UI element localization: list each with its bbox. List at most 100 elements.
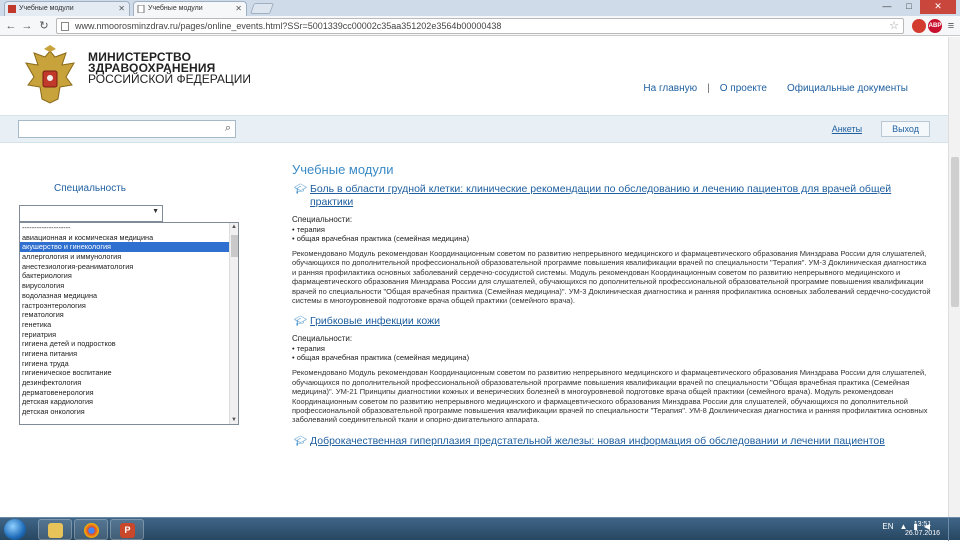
start-button[interactable] xyxy=(4,519,26,540)
minimize-button[interactable]: — xyxy=(876,0,898,14)
powerpoint-icon: P xyxy=(120,523,135,538)
site-search-input[interactable]: ⌕ xyxy=(18,120,236,138)
opera-extension-icon[interactable] xyxy=(912,19,926,33)
main-content: Учебные модули 🎓︎ Боль в области грудной… xyxy=(292,162,932,458)
taskbar-chrome[interactable] xyxy=(74,519,108,540)
specialty-option[interactable]: детская онкология xyxy=(20,407,238,417)
url-text: www.nmoorosminzdrav.ru/pages/online_even… xyxy=(75,21,502,31)
specialty-option[interactable]: аллергология и иммунология xyxy=(20,252,238,262)
browser-toolbar: ← → ↻ www.nmoorosminzdrav.ru/pages/onlin… xyxy=(0,16,960,36)
nav-home-link[interactable]: На главную xyxy=(633,83,707,94)
tab-close-icon[interactable]: ✕ xyxy=(235,2,242,15)
tab-label: Учебные модули xyxy=(148,5,203,12)
page-title: Учебные модули xyxy=(292,162,394,177)
module-title-link[interactable]: Боль в области грудной клетки: клиническ… xyxy=(310,183,932,209)
specialty-item: терапия xyxy=(292,344,932,353)
module-description: Рекомендовано Модуль рекомендован Коорди… xyxy=(292,249,931,306)
specialty-option[interactable]: гигиена детей и подростков xyxy=(20,339,238,349)
clock-date: 26.07.2016 xyxy=(904,530,940,537)
top-navigation: На главную | О проекте Официальные докум… xyxy=(633,83,918,94)
specialty-option[interactable]: гигиена питания xyxy=(20,349,238,359)
specialty-option[interactable]: генетика xyxy=(20,320,238,330)
folder-icon xyxy=(48,523,63,538)
specialties-label: Специальности: xyxy=(292,215,353,224)
search-bar: ⌕ Анкеты Выход xyxy=(0,115,960,143)
graduation-cap-icon: 🎓︎ xyxy=(294,316,307,328)
new-tab-button[interactable] xyxy=(249,3,275,14)
maximize-button[interactable]: □ xyxy=(898,0,920,14)
specialty-option[interactable]: авиационная и космическая медицина xyxy=(20,233,238,243)
specialty-option[interactable]: акушерство и гинекология xyxy=(20,242,238,253)
specialty-select[interactable]: ▼ xyxy=(19,205,163,222)
site-header: МИНИСТЕРСТВО ЗДРАВООХРАНЕНИЯ РОССИЙСКОЙ … xyxy=(0,37,960,115)
specialty-option[interactable]: бактериология xyxy=(20,271,238,281)
specialties-label: Специальности: xyxy=(292,334,353,344)
specialty-option[interactable]: гастроэнтерология xyxy=(20,301,238,311)
page-favicon-icon xyxy=(137,4,145,14)
module-description: Рекомендовано Модуль рекомендован Коорди… xyxy=(292,368,928,425)
nav-documents-link[interactable]: Официальные документы xyxy=(777,83,918,94)
taskbar-powerpoint[interactable]: P xyxy=(110,519,144,540)
specialties-list: терапия общая врачебная практика (семейн… xyxy=(292,344,932,362)
tab-close-icon[interactable]: ✕ xyxy=(118,2,125,15)
module-title-link[interactable]: Грибковые инфекции кожи xyxy=(310,315,932,328)
clock[interactable]: 13:51 26.07.2016 xyxy=(905,520,940,538)
ministry-line-3: РОССИЙСКОЙ ФЕДЕРАЦИИ xyxy=(88,72,252,86)
browser-tab-strip: Учебные модули ✕ Учебные модули ✕ — □ ✕ xyxy=(0,0,960,16)
questionnaire-link[interactable]: Анкеты xyxy=(821,121,873,137)
bookmark-star-icon[interactable]: ☆ xyxy=(889,19,899,32)
dropdown-arrow-icon[interactable]: ▼ xyxy=(152,208,159,215)
specialty-filter-title: Специальность xyxy=(54,183,126,194)
account-links: Анкеты Выход xyxy=(813,121,930,137)
ministry-name: МИНИСТЕРСТВО ЗДРАВООХРАНЕНИЯ РОССИЙСКОЙ … xyxy=(88,51,252,86)
scroll-up-icon[interactable]: ▲ xyxy=(231,224,237,230)
specialty-item: общая врачебная практика (семейная медиц… xyxy=(292,234,932,243)
menu-icon[interactable]: ≡ xyxy=(944,19,958,33)
scroll-down-icon[interactable]: ▼ xyxy=(231,417,237,423)
browser-tab-2[interactable]: Учебные модули ✕ xyxy=(133,1,247,16)
logout-button[interactable]: Выход xyxy=(881,121,930,137)
specialty-option[interactable]: гериатрия xyxy=(20,330,238,340)
windows-taskbar: P EN ▲ ▮ ◀ 13:51 26.07.2016 xyxy=(0,517,960,541)
graduation-cap-icon: 🎓︎ xyxy=(294,184,307,195)
forward-arrow-icon[interactable]: → xyxy=(20,19,34,33)
specialty-option[interactable]: гигиена труда xyxy=(20,359,238,369)
module-title-link[interactable]: Доброкачественная гиперплазия предстател… xyxy=(310,435,932,448)
specialty-option[interactable]: вирусология xyxy=(20,281,238,291)
specialty-option[interactable]: водолазная медицина xyxy=(20,291,238,301)
chrome-icon xyxy=(84,523,99,538)
taskbar-explorer[interactable] xyxy=(38,519,72,540)
specialty-option[interactable]: дезинфектология xyxy=(20,378,238,388)
module-item: 🎓︎ Доброкачественная гиперплазия предста… xyxy=(292,435,932,448)
specialty-option[interactable]: дерматовенерология xyxy=(20,388,238,398)
language-indicator[interactable]: EN xyxy=(882,522,893,531)
specialty-option[interactable]: гематология xyxy=(20,310,238,320)
scrollbar-thumb[interactable] xyxy=(231,235,238,257)
specialty-dropdown-list[interactable]: -------------------- авиационная и космич… xyxy=(19,222,239,425)
specialty-option[interactable]: анестезиология-реаниматология xyxy=(20,262,238,272)
tab-label: Учебные модули xyxy=(19,5,74,12)
address-bar[interactable]: www.nmoorosminzdrav.ru/pages/online_even… xyxy=(56,18,904,34)
specialty-item: общая врачебная практика (семейная медиц… xyxy=(292,353,932,362)
specialties-list: терапия общая врачебная практика (семейн… xyxy=(292,225,932,243)
search-icon[interactable]: ⌕ xyxy=(225,122,231,135)
nav-about-link[interactable]: О проекте xyxy=(710,83,777,94)
specialty-option[interactable]: детская кардиология xyxy=(20,397,238,407)
back-arrow-icon[interactable]: ← xyxy=(4,19,18,33)
reload-icon[interactable]: ↻ xyxy=(37,19,51,33)
specialty-option[interactable]: гигиеническое воспитание xyxy=(20,368,238,378)
show-desktop-button[interactable] xyxy=(948,518,960,541)
page-scrollbar-thumb[interactable] xyxy=(951,157,959,307)
browser-tab-1[interactable]: Учебные модули ✕ xyxy=(4,1,130,16)
module-item: 🎓︎ Боль в области грудной клетки: клинич… xyxy=(292,183,932,305)
graduation-cap-icon: 🎓︎ xyxy=(294,435,307,447)
adblock-extension-icon[interactable]: ABP xyxy=(928,19,942,33)
coat-of-arms-logo[interactable] xyxy=(22,45,78,107)
page-icon xyxy=(61,22,69,31)
specialty-option[interactable]: -------------------- xyxy=(20,223,238,233)
window-controls: — □ ✕ xyxy=(876,0,956,14)
dropdown-scrollbar[interactable]: ▲ ▼ xyxy=(229,223,238,424)
page-scrollbar[interactable] xyxy=(948,37,960,517)
close-window-button[interactable]: ✕ xyxy=(920,0,956,14)
web-page: МИНИСТЕРСТВО ЗДРАВООХРАНЕНИЯ РОССИЙСКОЙ … xyxy=(0,37,960,517)
